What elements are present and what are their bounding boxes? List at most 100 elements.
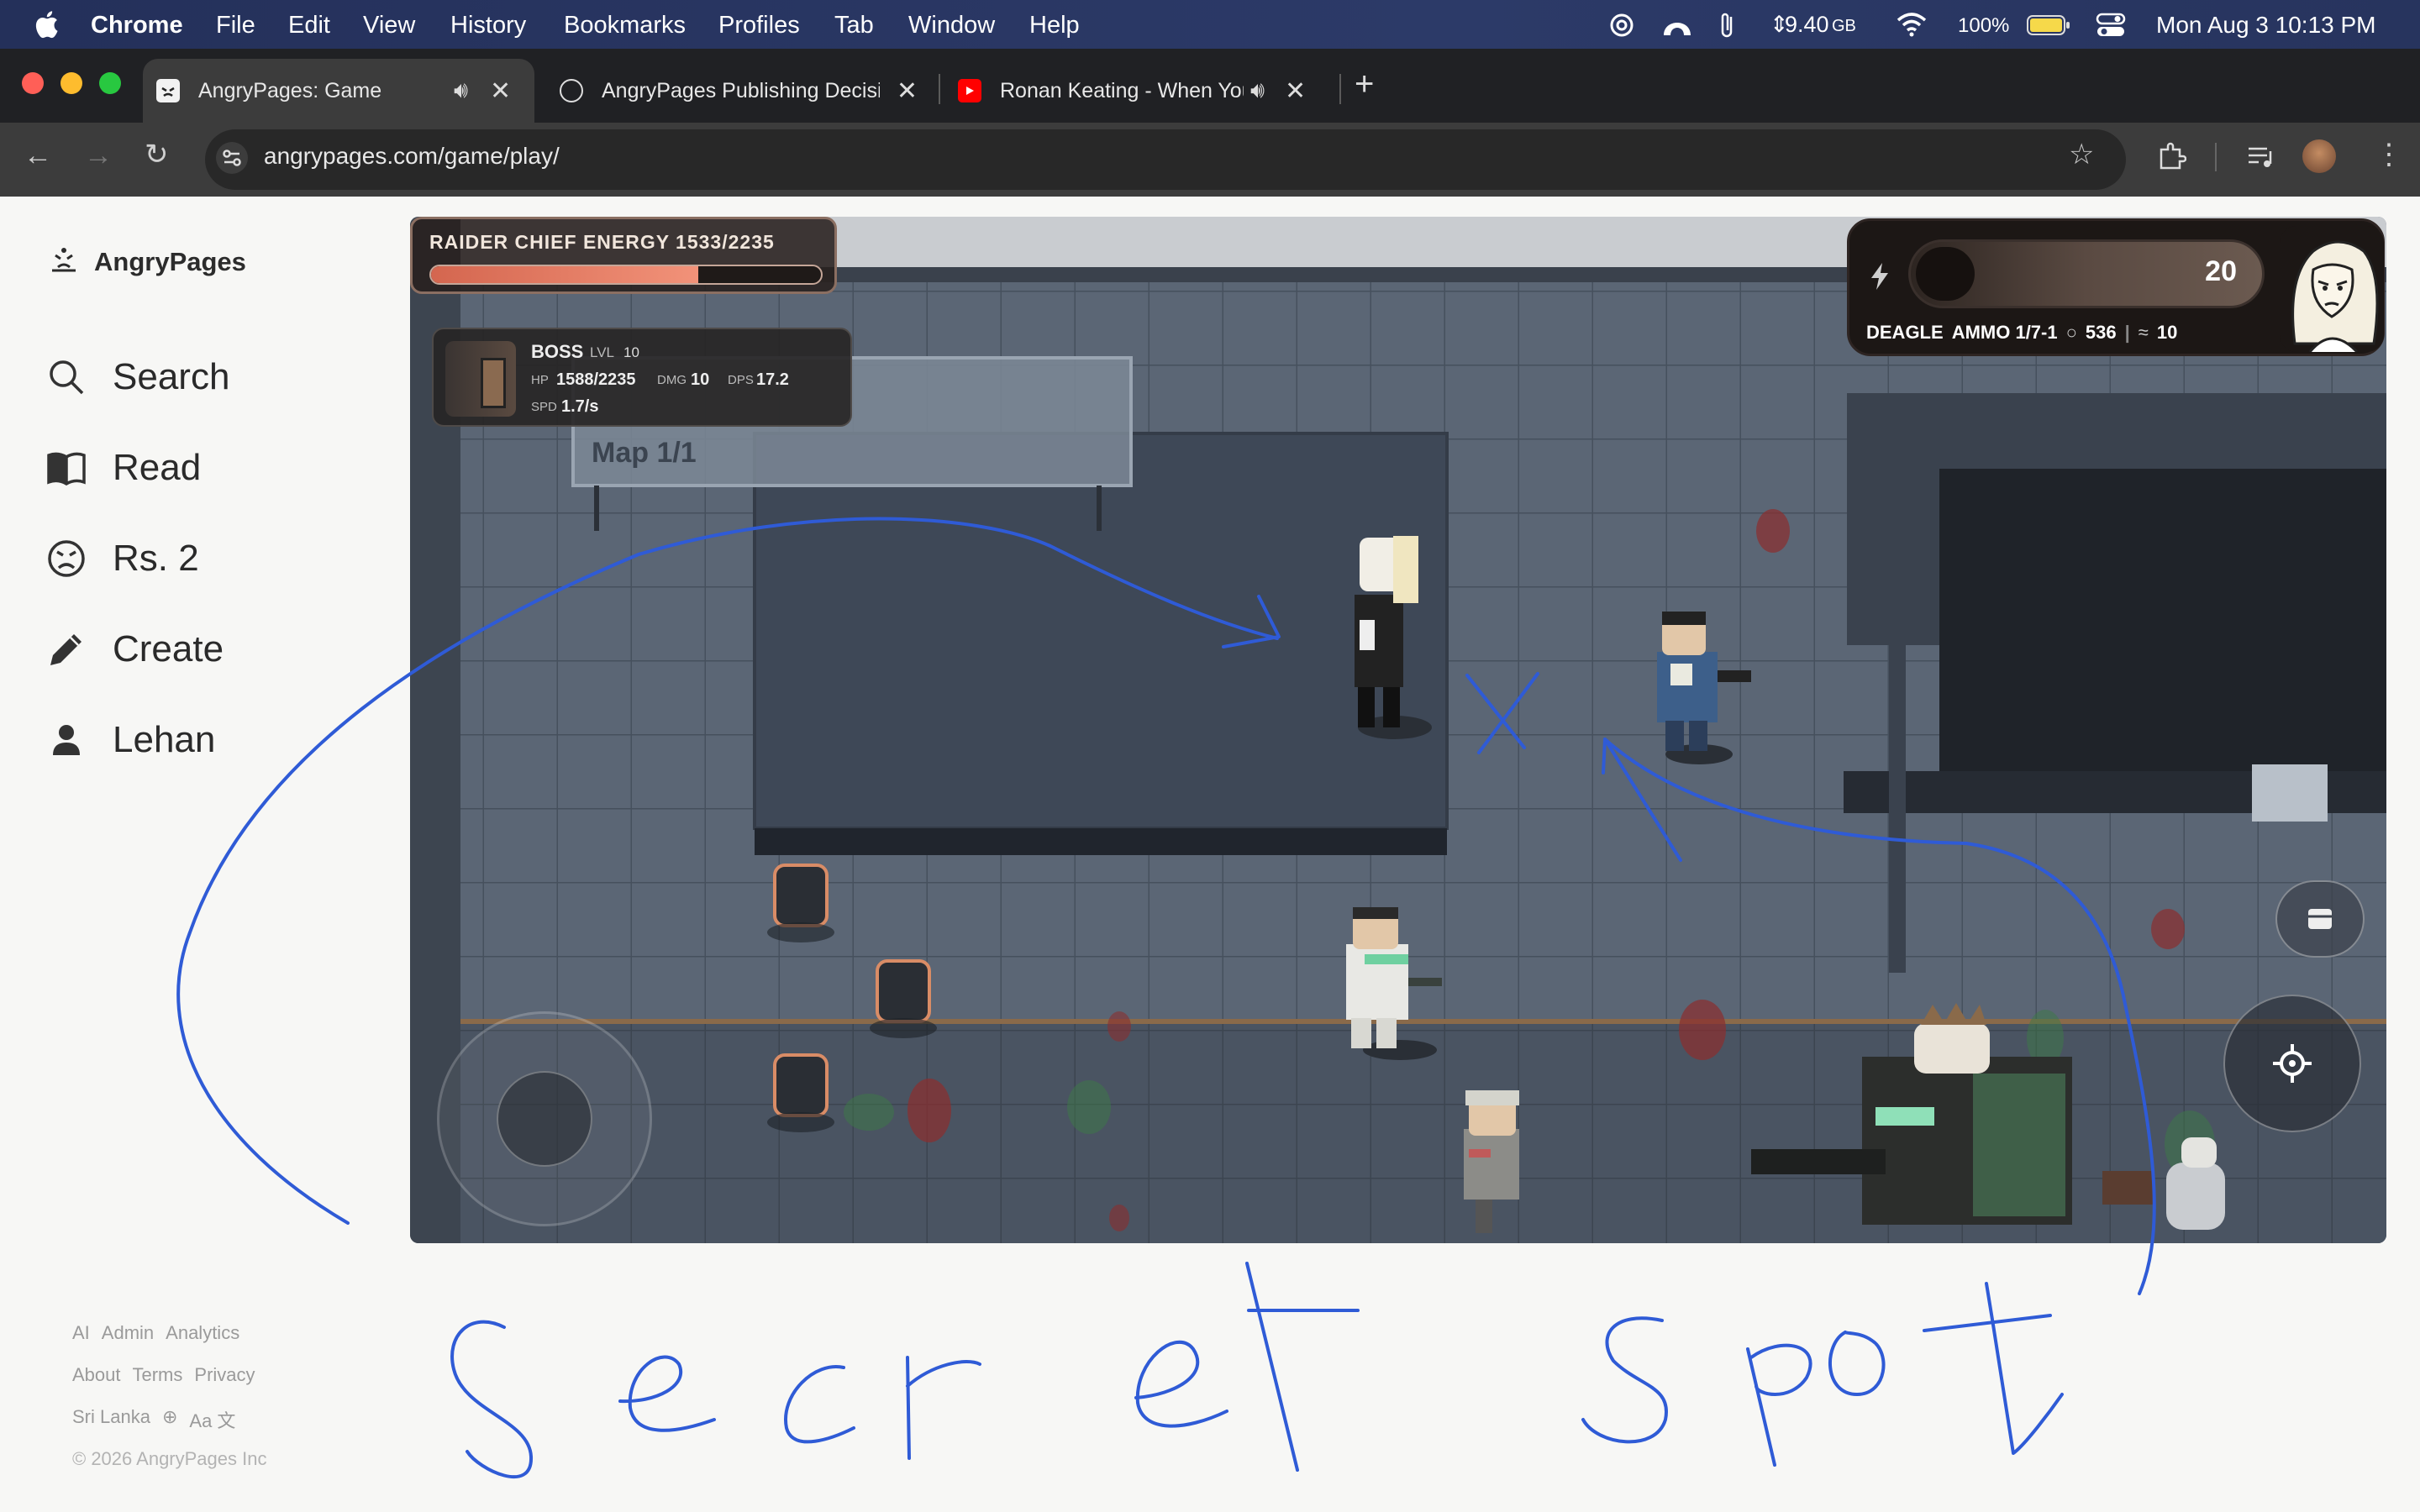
tab-separator [1339,74,1341,104]
weapon-reserve: 10 [2156,322,2178,343]
wifi-icon[interactable] [1896,12,1928,37]
menu-file[interactable]: File [216,12,255,39]
paperclip-icon[interactable] [1718,10,1738,40]
raider-energy-bar [429,265,823,285]
site-settings-icon[interactable] [215,141,249,175]
tab-close-icon[interactable]: ✕ [1285,76,1306,106]
boss-name: BOSS [531,341,584,362]
sidebar-item-read[interactable]: Read [45,447,201,489]
user-icon [53,725,80,755]
tab-youtube-song[interactable]: Ronan Keating - When You 🔊︎ ✕ [944,59,1331,123]
sidebar-item-points[interactable]: Rs. 2 [45,538,199,580]
footer-language[interactable]: Aa 文 [189,1406,235,1433]
tab-angrypages-game[interactable]: AngryPages: Game 🔊︎ ✕ [143,59,534,123]
crosshair-icon [2273,1044,2312,1083]
weapon-count: 20 [2205,255,2237,287]
back-arrow-icon[interactable]: ← [24,139,52,172]
raider-energy-panel: RAIDER CHIEF ENERGY 1533/2235 [410,217,837,294]
close-window-button[interactable] [22,72,44,94]
footer-link-about[interactable]: About [72,1364,121,1386]
boss-portrait [445,341,516,417]
movement-joystick[interactable] [437,1011,652,1226]
aim-button[interactable] [2223,995,2361,1132]
extensions-icon[interactable] [2156,141,2186,171]
menu-datetime[interactable]: Mon Aug 3 10:13 PM [2156,12,2376,39]
media-control-icon[interactable] [2245,141,2275,171]
reserve-icon: ≈ [2138,322,2149,343]
profile-avatar[interactable] [2302,139,2336,173]
globe-icon[interactable]: ⊕ [162,1406,177,1433]
sidebar-item-label: Create [113,628,224,669]
dome-status-icon[interactable] [1660,12,1694,39]
tab-close-icon[interactable]: ✕ [897,76,918,106]
inventory-icon [2308,909,2332,929]
tab-title: AngryPages: Game [198,78,382,102]
menu-profiles[interactable]: Profiles [718,12,800,39]
tab-title: Ronan Keating - When You [1000,78,1244,102]
boss-level-label: LVL [590,344,614,360]
footer-link-ai[interactable]: AI [72,1322,90,1344]
weapon-ammo: AMMO 1/7-1 [1951,322,2058,343]
footer-link-analytics[interactable]: Analytics [166,1322,239,1344]
minimize-window-button[interactable] [60,72,82,94]
footer-link-privacy[interactable]: Privacy [194,1364,255,1386]
menu-view[interactable]: View [363,12,415,39]
boss-hp: 1588/2235 [556,370,636,389]
tab-title: AngryPages Publishing Decisi [602,78,880,102]
menu-edit[interactable]: Edit [288,12,330,39]
brand-logo[interactable]: AngryPages [49,247,246,277]
memory-usage[interactable]: 9.40 [1785,12,1829,38]
new-tab-button[interactable]: + [1355,66,1374,103]
zoom-window-button[interactable] [99,72,121,94]
tab-audio-icon[interactable]: 🔊︎ [454,77,468,104]
sidebar-item-label: Lehan [113,719,216,760]
coin-icon: ○ [2065,322,2077,343]
footer-link-terms[interactable]: Terms [133,1364,183,1386]
menu-history[interactable]: History [450,12,526,39]
footer-region[interactable]: Sri Lanka [72,1406,150,1433]
footer-row-locale: Sri Lanka ⊕ Aa 文 [72,1406,235,1433]
url-text[interactable]: angrypages.com/game/play/ [264,143,560,170]
weapon-panel: 20 DEAGLE AMMO 1/7-1 ○ 536 | ≈ 10 [1847,218,2385,356]
battery-percent: 100% [1958,14,2010,37]
control-center-icon[interactable] [2096,13,2126,38]
boss-spd-label: SPD [531,400,557,414]
more-menu-icon[interactable]: ⋮ [2375,138,2403,171]
menu-help[interactable]: Help [1029,12,1080,39]
pencil-icon [50,634,82,665]
forward-arrow-icon[interactable]: → [84,139,113,172]
menu-window[interactable]: Window [908,12,995,39]
inventory-button[interactable] [2275,880,2365,958]
menu-tab[interactable]: Tab [834,12,874,39]
tab-close-icon[interactable]: ✕ [490,76,511,106]
boss-dmg-label: DMG [657,373,687,387]
weapon-charge-bar: 20 [1908,239,2265,308]
bookmark-star-icon[interactable]: ☆ [2069,138,2094,171]
boss-dps: 17.2 [756,370,789,389]
sidebar-item-create[interactable]: Create [45,628,224,670]
sidebar-item-search[interactable]: Search [45,356,229,398]
lightning-icon [1871,263,1888,290]
tab-publishing-decision[interactable]: AngryPages Publishing Decisi ✕ [546,59,931,123]
joystick-knob[interactable] [497,1071,592,1167]
sidebar-item-label: Rs. 2 [113,538,199,579]
footer-copyright: © 2026 AngryPages Inc [72,1448,266,1470]
memory-unit: GB [1832,17,1856,35]
angry-face-icon [48,540,85,577]
angrypages-logo-icon [52,248,76,272]
menu-bookmarks[interactable]: Bookmarks [564,12,686,39]
battery-icon[interactable] [2027,14,2070,36]
openai-favicon-icon [560,79,583,102]
reload-icon[interactable]: ↻ [145,138,169,171]
game-canvas[interactable]: Map 1/1 RAIDER CHIEF ENERGY 1533/2235 BO… [410,217,2386,1243]
boss-level: 10 [623,344,639,360]
openai-status-icon[interactable] [1607,10,1637,40]
copyright-text: © 2026 AngryPages Inc [72,1448,267,1469]
boss-hp-label: HP [531,373,549,387]
tab-audio-icon[interactable]: 🔊︎ [1250,77,1265,104]
weapon-coins: 536 [2085,322,2117,343]
menu-app-name[interactable]: Chrome [91,12,183,39]
sidebar-item-profile[interactable]: Lehan [45,719,215,761]
footer-link-admin[interactable]: Admin [102,1322,154,1344]
apple-icon[interactable] [34,10,59,39]
